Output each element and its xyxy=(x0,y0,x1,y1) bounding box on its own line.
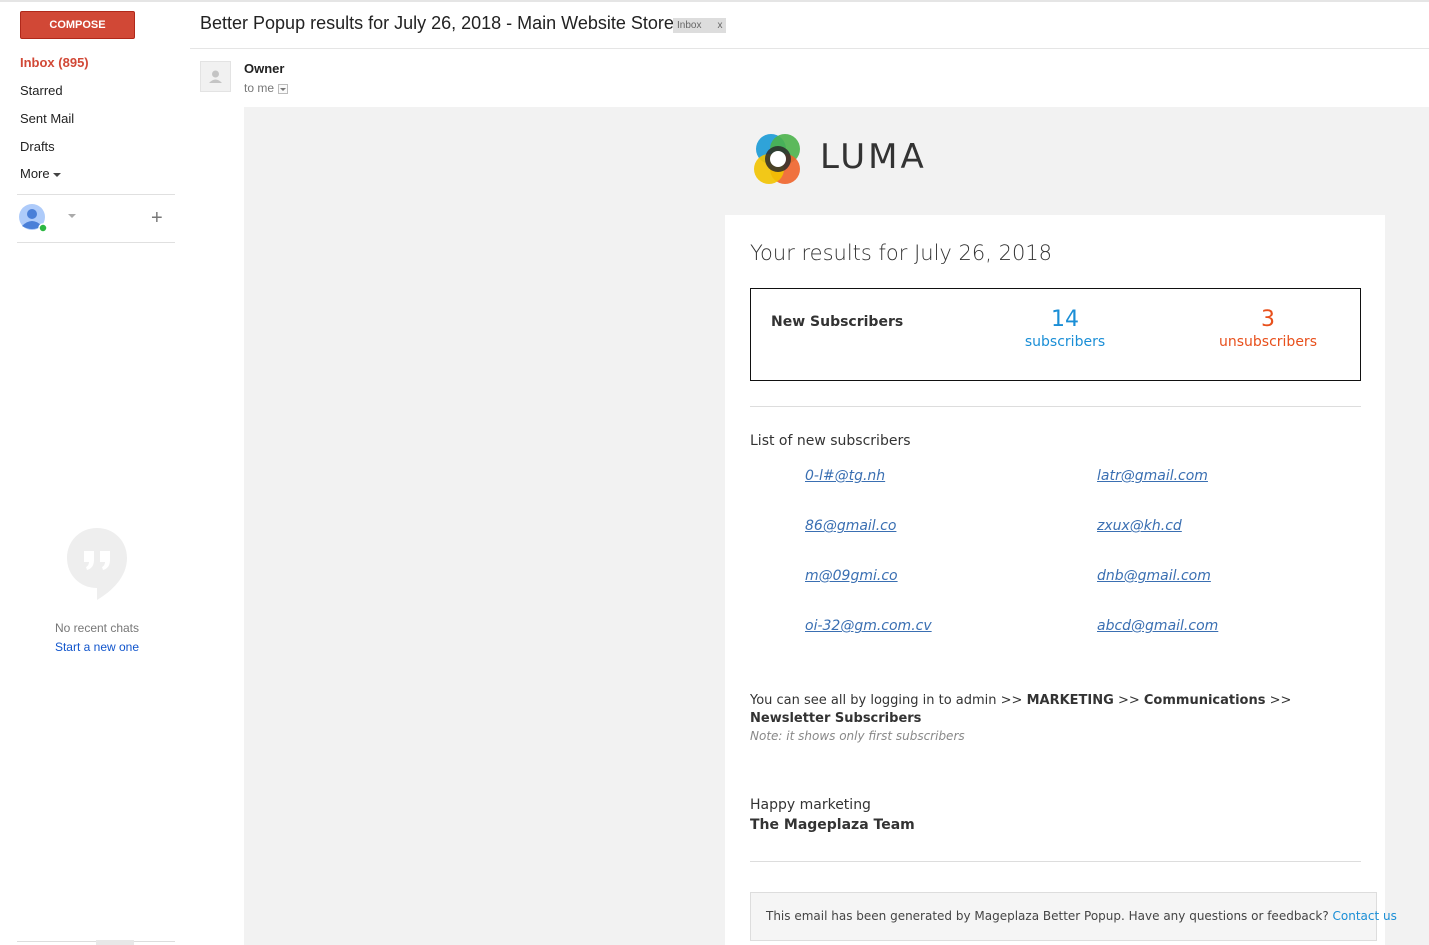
chat-divider xyxy=(17,242,175,243)
subscriber-link[interactable]: dnb@gmail.com xyxy=(1097,568,1211,584)
subscriber-link[interactable]: abcd@gmail.com xyxy=(1097,618,1218,634)
subscribers-count: 14 xyxy=(1051,307,1079,332)
subscriber-link[interactable]: 0-l#@tg.nh xyxy=(805,468,885,484)
chevron-down-icon xyxy=(52,172,61,177)
details-dropdown-icon[interactable] xyxy=(278,83,289,94)
subscribers-stat: 14 subscribers xyxy=(985,307,1145,351)
footer-text: This email has been generated by Magepla… xyxy=(766,909,1397,923)
section-divider xyxy=(750,406,1361,407)
nav-more[interactable]: More xyxy=(20,166,61,181)
admin-prefix: You can see all by logging in to admin >… xyxy=(750,693,1027,708)
footer-message: This email has been generated by Magepla… xyxy=(766,909,1333,923)
add-chat-icon[interactable]: + xyxy=(151,206,163,230)
subscribers-label: subscribers xyxy=(1024,334,1106,350)
sender-name[interactable]: Owner xyxy=(244,61,284,76)
no-chats-text: No recent chats xyxy=(54,621,140,635)
luma-logo-icon xyxy=(754,134,800,184)
bottom-tab[interactable] xyxy=(96,940,134,945)
unsubscribers-stat: 3 unsubscribers xyxy=(1188,307,1348,351)
sender-avatar xyxy=(200,61,231,92)
signature: The Mageplaza Team xyxy=(750,817,915,833)
subscriber-link[interactable]: m@09gmi.co xyxy=(805,568,898,584)
compose-button[interactable]: COMPOSE xyxy=(20,11,135,39)
admin-separator: >> xyxy=(1265,693,1292,708)
label-chip-inbox[interactable]: Inbox x xyxy=(673,18,727,33)
unsubscribers-label: unsubscribers xyxy=(1219,334,1317,350)
admin-separator: >> xyxy=(1113,693,1144,708)
subscriber-link[interactable]: zxux@kh.cd xyxy=(1097,518,1182,534)
admin-newsletter: Newsletter Subscribers xyxy=(750,711,922,726)
hangouts-quote-icon xyxy=(67,528,127,600)
account-dropdown-icon[interactable] xyxy=(68,214,76,218)
admin-instructions: You can see all by logging in to admin >… xyxy=(750,692,1350,728)
nav-more-label: More xyxy=(20,166,50,181)
label-chip-text: Inbox xyxy=(677,20,702,31)
admin-communications: Communications xyxy=(1143,693,1266,708)
header-divider xyxy=(190,48,1429,49)
nav-divider xyxy=(17,194,175,195)
nav-sent-mail[interactable]: Sent Mail xyxy=(20,111,74,126)
top-divider xyxy=(0,0,1429,2)
stats-label: New Subscribers xyxy=(771,314,904,330)
recipient-text: to me xyxy=(244,81,275,95)
footer-divider xyxy=(750,861,1361,862)
subscriber-link[interactable]: oi-32@gm.com.cv xyxy=(805,618,932,634)
admin-marketing: MARKETING xyxy=(1026,693,1114,708)
message-subject: Better Popup results for July 26, 2018 -… xyxy=(200,13,674,33)
contact-us-link[interactable]: Contact us xyxy=(1333,909,1397,923)
subscriber-link[interactable]: latr@gmail.com xyxy=(1097,468,1208,484)
subscriber-link[interactable]: 86@gmail.co xyxy=(805,518,896,534)
subscriber-list-title: List of new subscribers xyxy=(750,433,911,449)
nav-starred[interactable]: Starred xyxy=(20,83,63,98)
nav-inbox[interactable]: Inbox (895) xyxy=(20,55,89,70)
note-text: Note: it shows only first subscribers xyxy=(750,729,965,743)
recipient-line: to me xyxy=(244,81,289,95)
remove-label-icon[interactable]: x xyxy=(717,18,722,33)
sign-off: Happy marketing xyxy=(750,797,871,813)
user-avatar-icon[interactable] xyxy=(19,204,47,232)
unsubscribers-count: 3 xyxy=(1261,307,1275,332)
person-icon xyxy=(209,70,222,83)
nav-drafts[interactable]: Drafts xyxy=(20,139,55,154)
start-new-chat-link[interactable]: Start a new one xyxy=(17,640,177,654)
results-title: Your results for July 26, 2018 xyxy=(750,241,1053,265)
brand-name: LUMA xyxy=(820,137,927,177)
